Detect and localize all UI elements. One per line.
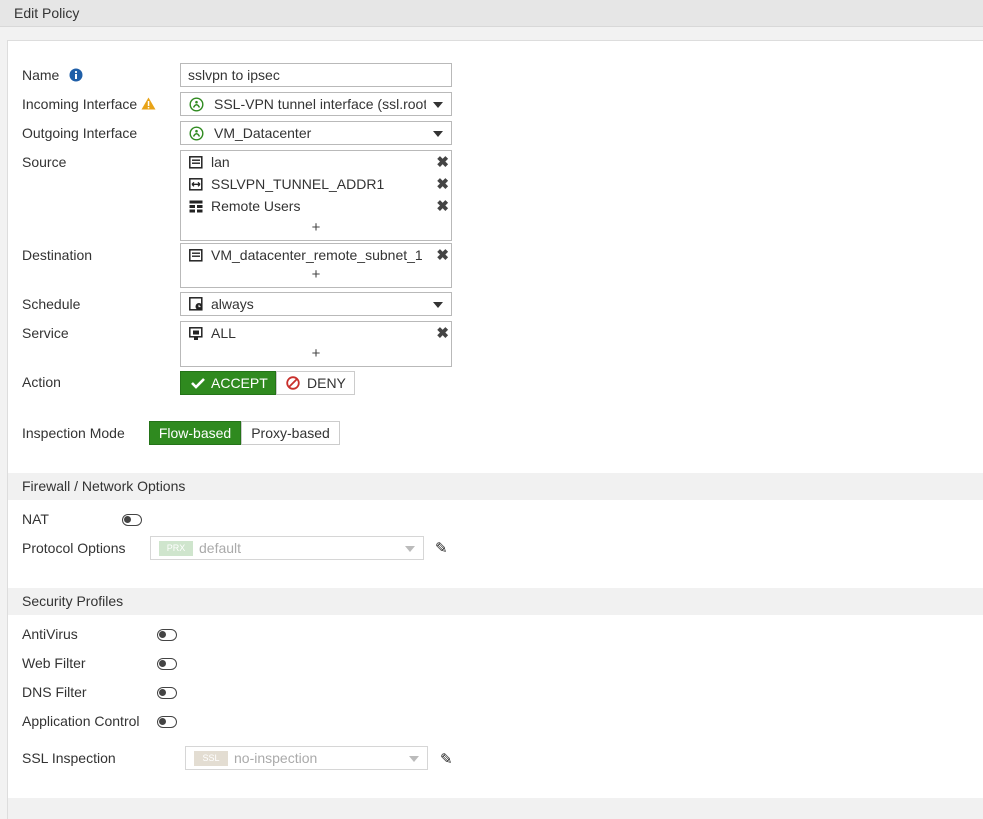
remove-icon[interactable]: ✖: [436, 246, 449, 264]
remove-icon[interactable]: ✖: [436, 324, 449, 342]
accept-button[interactable]: ACCEPT: [180, 371, 276, 395]
remove-icon[interactable]: ✖: [436, 197, 449, 215]
prx-badge: PRX: [159, 541, 193, 556]
page-title: Edit Policy: [14, 5, 80, 21]
action-label: Action: [22, 374, 61, 390]
add-source-button[interactable]: +: [181, 219, 451, 236]
dns-filter-toggle[interactable]: [157, 687, 177, 699]
inspection-mode-label: Inspection Mode: [22, 425, 125, 441]
address-icon: [189, 249, 203, 262]
chevron-down-icon: [433, 302, 443, 308]
incoming-interface-label: Incoming Interface: [22, 96, 156, 112]
chevron-down-icon: [433, 102, 443, 108]
schedule-label: Schedule: [22, 296, 81, 312]
edit-policy-form: Name sslvpn to ipsec Incoming Interface …: [7, 40, 983, 819]
nat-label: NAT: [22, 511, 49, 527]
incoming-interface-select[interactable]: SSL-VPN tunnel interface (ssl.root): [180, 92, 452, 116]
title-bar: Edit Policy: [0, 0, 983, 27]
deny-button[interactable]: DENY: [276, 371, 355, 395]
interface-icon: [189, 97, 204, 112]
list-item[interactable]: VM_datacenter_remote_subnet_1 ✖: [189, 246, 449, 266]
web-filter-toggle[interactable]: [157, 658, 177, 670]
info-icon[interactable]: [69, 68, 83, 82]
source-list: lan ✖ SSLVPN_TUNNEL_ADDR1 ✖ Remote Users…: [180, 150, 452, 241]
section-header-firewall: Firewall / Network Options: [8, 473, 983, 500]
section-header-logging: [8, 798, 983, 819]
ip-range-icon: [189, 178, 203, 191]
interface-icon: [189, 126, 204, 141]
schedule-icon: [189, 297, 203, 311]
antivirus-toggle[interactable]: [157, 629, 177, 641]
destination-list: VM_datacenter_remote_subnet_1 ✖ +: [180, 243, 452, 288]
ssl-badge: SSL: [194, 751, 228, 766]
add-service-button[interactable]: +: [181, 345, 451, 362]
outgoing-interface-label: Outgoing Interface: [22, 125, 138, 141]
address-icon: [189, 156, 203, 169]
list-item[interactable]: SSLVPN_TUNNEL_ADDR1 ✖: [189, 175, 449, 195]
flow-based-button[interactable]: Flow-based: [149, 421, 241, 445]
destination-label: Destination: [22, 247, 93, 263]
user-group-icon: [189, 200, 203, 213]
checkmark-icon: [191, 378, 205, 389]
service-label: Service: [22, 325, 69, 341]
list-item[interactable]: Remote Users ✖: [189, 197, 449, 217]
chevron-down-icon: [433, 131, 443, 137]
application-control-label: Application Control: [22, 713, 140, 729]
dns-filter-label: DNS Filter: [22, 684, 87, 700]
remove-icon[interactable]: ✖: [436, 175, 449, 193]
protocol-options-select[interactable]: PRX default: [150, 536, 424, 560]
edit-icon[interactable]: ✎: [440, 750, 453, 768]
source-label: Source: [22, 154, 67, 170]
edit-icon[interactable]: ✎: [435, 539, 448, 557]
service-icon: [189, 327, 203, 340]
nat-toggle[interactable]: [122, 514, 142, 526]
ssl-inspection-select[interactable]: SSL no-inspection: [185, 746, 428, 770]
list-item[interactable]: lan ✖: [189, 153, 449, 173]
antivirus-label: AntiVirus: [22, 626, 78, 642]
add-destination-button[interactable]: +: [181, 266, 451, 283]
name-input[interactable]: sslvpn to ipsec: [180, 63, 452, 87]
section-header-security: Security Profiles: [8, 588, 983, 615]
name-label: Name: [22, 67, 83, 83]
ssl-inspection-label: SSL Inspection: [22, 750, 116, 766]
proxy-based-button[interactable]: Proxy-based: [241, 421, 340, 445]
remove-icon[interactable]: ✖: [436, 153, 449, 171]
chevron-down-icon: [409, 756, 419, 762]
schedule-select[interactable]: always: [180, 292, 452, 316]
deny-icon: [286, 376, 300, 390]
list-item[interactable]: ALL ✖: [189, 324, 449, 344]
web-filter-label: Web Filter: [22, 655, 86, 671]
chevron-down-icon: [405, 546, 415, 552]
warning-icon: [141, 97, 156, 110]
protocol-options-label: Protocol Options: [22, 540, 126, 556]
service-list: ALL ✖ +: [180, 321, 452, 367]
outgoing-interface-select[interactable]: VM_Datacenter: [180, 121, 452, 145]
application-control-toggle[interactable]: [157, 716, 177, 728]
